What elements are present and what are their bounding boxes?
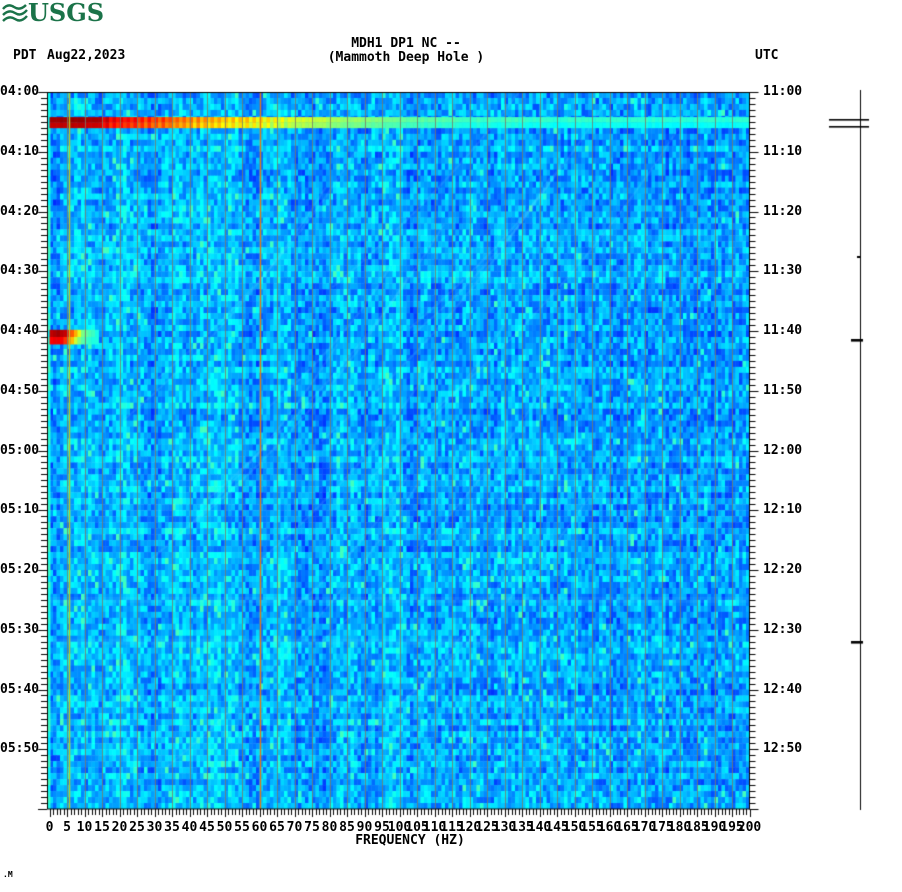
utc-time-label: 11:20 (763, 203, 803, 219)
freq-tick-label: 200 (737, 820, 762, 835)
utc-time-label: 12:50 (763, 741, 803, 757)
pdt-time-label: 04:50 (0, 382, 40, 398)
utc-time-label: 11:50 (763, 382, 803, 398)
watermark-text: .M (3, 870, 13, 879)
pdt-time-label: 05:30 (0, 621, 40, 637)
timezone-right-label: UTC (755, 48, 779, 63)
pdt-time-label: 05:20 (0, 562, 40, 577)
utc-time-label: 12:30 (763, 621, 803, 637)
utc-time-label: 12:00 (763, 442, 803, 458)
usgs-logo: USGS (2, 0, 104, 26)
pdt-time-label: 04:30 (0, 263, 40, 279)
pdt-time-label: 04:40 (0, 323, 40, 338)
utc-time-label: 11:00 (763, 84, 803, 99)
utc-time-label: 12:20 (763, 562, 803, 577)
pdt-time-label: 05:40 (0, 681, 40, 697)
pdt-time-label: 04:20 (0, 203, 40, 219)
spectrogram-page: USGS PDT Aug22,2023 MDH1 DP1 NC -- (Mamm… (0, 0, 902, 892)
utc-time-label: 12:10 (763, 502, 803, 518)
pdt-time-label: 04:00 (0, 84, 40, 99)
pdt-time-label: 04:10 (0, 143, 40, 159)
usgs-wave-icon (2, 4, 28, 22)
pdt-time-label: 05:50 (0, 741, 40, 757)
utc-time-label: 11:30 (763, 263, 803, 279)
utc-time-label: 11:10 (763, 143, 803, 159)
x-axis-title: FREQUENCY (HZ) (355, 833, 465, 848)
utc-time-label: 12:40 (763, 681, 803, 697)
pdt-time-label: 05:00 (0, 442, 40, 458)
usgs-logo-text: USGS (28, 0, 105, 27)
utc-time-label: 11:40 (763, 323, 803, 338)
station-subtitle: (Mammoth Deep Hole ) (327, 50, 485, 65)
pdt-time-label: 05:10 (0, 502, 40, 518)
station-title: MDH1 DP1 NC -- (351, 36, 461, 51)
